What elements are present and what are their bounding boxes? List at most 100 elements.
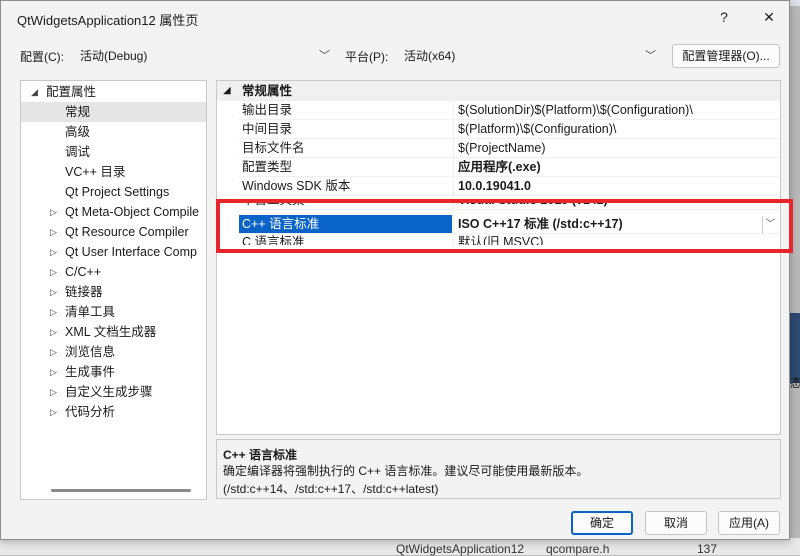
property-value[interactable]: Visual Studio 2019 (v142): [453, 200, 780, 210]
tree-item-label: 生成事件: [65, 365, 116, 379]
tree-item[interactable]: ▷ Qt Resource Compiler: [21, 222, 206, 242]
property-name: 平台工具集: [239, 200, 452, 210]
horizontal-scrollbar[interactable]: [51, 489, 191, 492]
background-line-number: 137: [697, 542, 718, 556]
description-panel: C++ 语言标准 确定编译器将强制执行的 C++ 语言标准。建议尽可能使用最新版…: [216, 439, 781, 499]
property-row[interactable]: C 语言标准 默认(旧 MSVC): [217, 233, 780, 245]
background-ide-tabbar: QtWidgetsApplication12 qcompare.h 137: [0, 538, 800, 556]
ok-button[interactable]: 确定: [571, 511, 633, 535]
property-name: C++ 语言标准: [239, 215, 452, 234]
dialog-title: QtWidgetsApplication12 属性页: [17, 13, 199, 28]
tree-item-label: 浏览信息: [65, 345, 116, 359]
configuration-combo[interactable]: 活动(Debug) ﹀: [73, 44, 335, 68]
property-value[interactable]: $(ProjectName): [453, 139, 780, 158]
tree-item[interactable]: ◢ 配置属性: [21, 82, 206, 102]
description-text: 确定编译器将强制执行的 C++ 语言标准。建议尽可能使用最新版本。(/std:c…: [223, 464, 589, 496]
tree-item-label: 代码分析: [65, 405, 116, 419]
tree-item[interactable]: 调试: [21, 142, 206, 162]
expand-triangle-icon[interactable]: ▷: [50, 222, 60, 242]
property-grid: ◢ 常规属性 输出目录 $(SolutionDir)$(Platform)\$(C…: [216, 80, 781, 435]
tree-item[interactable]: ▷ 浏览信息: [21, 342, 206, 362]
property-tree[interactable]: ◢ 配置属性 常规 高级 调试 VC++ 目录 Qt Project Settings ▷ Qt…: [20, 80, 207, 500]
tree-item[interactable]: ▷ 生成事件: [21, 362, 206, 382]
tree-item[interactable]: ▷ Qt User Interface Comp: [21, 242, 206, 262]
property-value[interactable]: $(SolutionDir)$(Platform)\$(Configuratio…: [453, 101, 780, 120]
configuration-manager-button[interactable]: 配置管理器(O)...: [672, 44, 780, 68]
expand-triangle-icon[interactable]: ◢: [31, 82, 41, 102]
expand-triangle-icon[interactable]: ▷: [50, 362, 60, 382]
property-row[interactable]: 配置类型 应用程序(.exe): [217, 158, 780, 177]
description-title: C++ 语言标准: [223, 448, 298, 462]
tree-item[interactable]: ▷ XML 文档生成器: [21, 322, 206, 342]
tree-item-label: 高级: [65, 125, 91, 139]
tree-item-label: 调试: [65, 145, 91, 159]
tree-item-label: XML 文档生成器: [65, 325, 157, 339]
tree-item-label: VC++ 目录: [65, 165, 126, 179]
property-name: C 语言标准: [239, 233, 452, 245]
dropdown-chevron-icon[interactable]: ﹀: [762, 216, 778, 233]
apply-button[interactable]: 应用(A): [718, 511, 780, 535]
property-value[interactable]: $(Platform)\$(Configuration)\: [453, 120, 780, 139]
tree-item-label: 常规: [65, 105, 91, 119]
property-pages-dialog: QtWidgetsApplication12 属性页 ? ✕ 配置(C): 活动…: [0, 0, 793, 540]
close-button[interactable]: ✕: [754, 5, 784, 29]
tree-item[interactable]: ▷ Qt Meta-Object Compile: [21, 202, 206, 222]
tree-item[interactable]: ▷ 代码分析: [21, 402, 206, 422]
tree-item[interactable]: VC++ 目录: [21, 162, 206, 182]
background-tab-project: QtWidgetsApplication12: [396, 542, 525, 556]
tree-item-label: 链接器: [65, 285, 103, 299]
tree-item-label: Qt Meta-Object Compile: [65, 205, 200, 219]
configuration-value: 活动(Debug): [80, 49, 148, 63]
chevron-down-icon: ﹀: [645, 50, 656, 62]
background-ide-text: 态: [790, 376, 800, 390]
tree-item-label: Qt Resource Compiler: [65, 225, 189, 239]
property-value[interactable]: 应用程序(.exe): [453, 158, 780, 177]
expand-triangle-icon[interactable]: ◢: [223, 81, 231, 101]
property-value[interactable]: 10.0.19041.0: [453, 177, 780, 196]
cancel-button[interactable]: 取消: [645, 511, 707, 535]
expand-triangle-icon[interactable]: ▷: [50, 402, 60, 422]
property-name: 输出目录: [239, 101, 452, 120]
expand-triangle-icon[interactable]: ▷: [50, 322, 60, 342]
expand-triangle-icon[interactable]: ▷: [50, 342, 60, 362]
platform-label: 平台(P):: [345, 50, 389, 64]
platform-value: 活动(x64): [404, 49, 456, 63]
property-row[interactable]: C++ 语言标准 ISO C++17 标准 (/std:c++17) ﹀: [217, 215, 780, 234]
property-name: 目标文件名: [239, 139, 452, 158]
tree-item[interactable]: 常规: [21, 102, 206, 122]
help-button[interactable]: ?: [709, 5, 739, 29]
tree-item[interactable]: 高级: [21, 122, 206, 142]
expand-triangle-icon[interactable]: ▷: [50, 242, 60, 262]
property-row[interactable]: 中间目录 $(Platform)\$(Configuration)\: [217, 120, 780, 139]
chevron-down-icon: ﹀: [319, 50, 330, 62]
expand-triangle-icon[interactable]: ▷: [50, 282, 60, 302]
expand-triangle-icon[interactable]: ▷: [50, 302, 60, 322]
tree-item-label: C/C++: [65, 265, 102, 279]
tree-item[interactable]: ▷ 清单工具: [21, 302, 206, 322]
property-name: 配置类型: [239, 158, 452, 177]
property-name: Windows SDK 版本: [239, 177, 452, 196]
title-bar: QtWidgetsApplication12 属性页 ? ✕: [1, 1, 789, 33]
tree-item[interactable]: Qt Project Settings: [21, 182, 206, 202]
tree-item-label: 自定义生成步骤: [65, 385, 153, 399]
tree-item[interactable]: ▷ 链接器: [21, 282, 206, 302]
tree-item-label: 配置属性: [46, 85, 97, 99]
tree-item[interactable]: ▷ C/C++: [21, 262, 206, 282]
tree-item-label: Qt User Interface Comp: [65, 245, 197, 259]
expand-triangle-icon[interactable]: ▷: [50, 262, 60, 282]
configuration-label: 配置(C):: [20, 50, 64, 64]
platform-combo[interactable]: 活动(x64) ﹀: [397, 44, 661, 68]
category-label: 常规属性: [242, 84, 293, 98]
property-row[interactable]: 目标文件名 $(ProjectName): [217, 139, 780, 158]
property-name: 中间目录: [239, 120, 452, 139]
tree-item[interactable]: ▷ 自定义生成步骤: [21, 382, 206, 402]
background-tab-file: qcompare.h: [546, 542, 610, 556]
property-value[interactable]: ISO C++17 标准 (/std:c++17): [453, 215, 780, 234]
property-row[interactable]: 输出目录 $(SolutionDir)$(Platform)\$(Configur…: [217, 101, 780, 120]
property-row[interactable]: Windows SDK 版本 10.0.19041.0: [217, 177, 780, 196]
property-row[interactable]: 平台工具集 Visual Studio 2019 (v142): [217, 200, 780, 210]
property-value[interactable]: 默认(旧 MSVC): [453, 233, 780, 245]
category-general[interactable]: ◢ 常规属性: [217, 81, 780, 101]
expand-triangle-icon[interactable]: ▷: [50, 382, 60, 402]
expand-triangle-icon[interactable]: ▷: [50, 202, 60, 222]
